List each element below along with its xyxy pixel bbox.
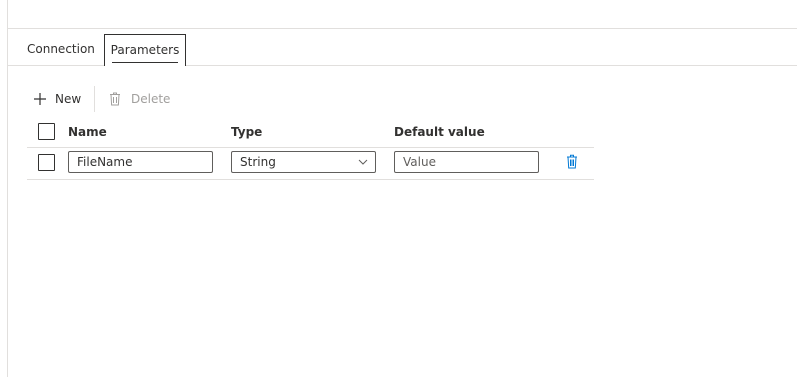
column-header-name: Name — [68, 125, 107, 139]
tab-parameters[interactable]: Parameters — [104, 34, 186, 66]
tab-connection[interactable]: Connection — [27, 34, 95, 65]
toolbar-separator — [94, 86, 95, 112]
parameter-type-dropdown[interactable]: String — [231, 151, 376, 173]
select-all-checkbox[interactable] — [38, 123, 55, 140]
column-header-default-value: Default value — [394, 125, 485, 139]
delete-button-label: Delete — [131, 92, 171, 106]
parameter-type-value: String — [240, 155, 276, 169]
tab-parameters-label: Parameters — [110, 43, 180, 57]
table-header: Name Type Default value — [27, 115, 594, 148]
chevron-down-icon — [358, 159, 368, 165]
parameter-name-input[interactable] — [68, 151, 213, 173]
column-header-type: Type — [231, 125, 263, 139]
active-tab-underline — [112, 62, 178, 63]
trash-icon — [110, 92, 120, 106]
plus-icon — [34, 93, 46, 105]
top-divider — [8, 28, 797, 29]
parameters-table: Name Type Default value String — [27, 115, 594, 180]
table-row: String — [27, 148, 594, 180]
new-button-label: New — [55, 92, 82, 106]
tab-strip: Connection Parameters — [8, 34, 797, 66]
trash-icon — [567, 154, 577, 169]
row-checkbox[interactable] — [38, 154, 55, 171]
default-value-input[interactable] — [394, 151, 539, 173]
row-delete-button[interactable] — [566, 154, 578, 172]
